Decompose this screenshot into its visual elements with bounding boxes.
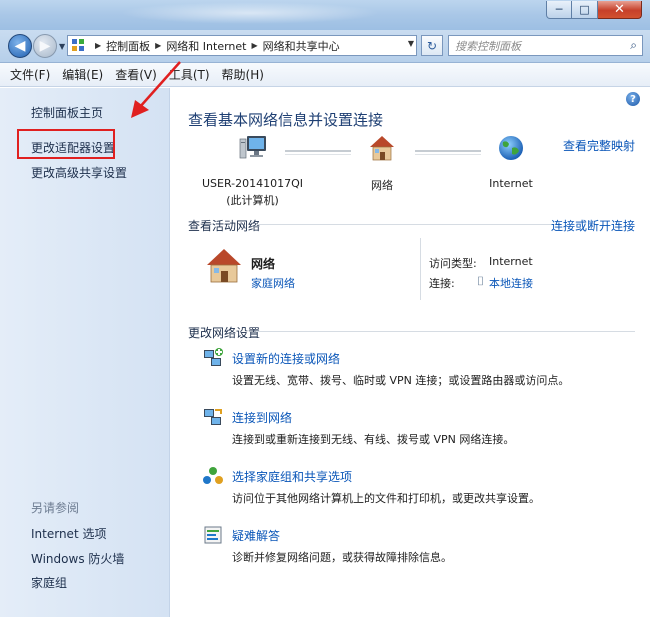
address-toolbar: ◀ ▶ ▼ ▶ 控制面板 ▶ 网络和 Internet ▶ 网络和共享中心 ▼ … [0, 30, 650, 63]
map-connector-line [285, 150, 351, 155]
connection-label: 连接: [429, 277, 455, 290]
view-full-map-link[interactable]: 查看完整映射 [563, 137, 635, 154]
window-controls: ─ □ ✕ [546, 1, 642, 19]
main-content: ? 查看基本网络信息并设置连接 查看完整映射 USER-20141017QI (… [171, 88, 650, 617]
active-networks-heading: 查看活动网络 [188, 219, 261, 233]
task-troubleshoot-link[interactable]: 疑难解答 [232, 527, 280, 544]
menu-tools[interactable]: 工具(T) [169, 66, 210, 83]
menu-view[interactable]: 查看(V) [115, 66, 157, 83]
network-name: 网络 [251, 257, 276, 271]
sidebar-item-control-panel-home[interactable]: 控制面板主页 [31, 104, 103, 121]
breadcrumb-network-internet[interactable]: 网络和 Internet [166, 38, 246, 54]
breadcrumb-network-sharing-center[interactable]: 网络和共享中心 [263, 38, 340, 54]
breadcrumb-separator[interactable]: ▶ [252, 41, 258, 50]
address-input[interactable]: ▶ 控制面板 ▶ 网络和 Internet ▶ 网络和共享中心 ▼ [67, 35, 417, 56]
breadcrumb-control-panel[interactable]: 控制面板 [106, 38, 150, 54]
ethernet-plug-icon: ⌷ [477, 274, 485, 288]
see-also-heading: 另请参阅 [31, 501, 80, 515]
menu-file[interactable]: 文件(F) [10, 66, 50, 83]
menu-bar: 文件(F) 编辑(E) 查看(V) 工具(T) 帮助(H) [0, 63, 650, 87]
network-type-link[interactable]: 家庭网络 [251, 275, 295, 291]
map-connector-line [415, 150, 481, 155]
computer-caption: (此计算机) [226, 194, 279, 207]
map-node-computer: USER-20141017QI (此计算机) [195, 133, 310, 208]
connect-disconnect-link[interactable]: 连接或断开连接 [551, 217, 635, 234]
vertical-divider [420, 238, 421, 300]
search-placeholder: 搜索控制面板 [455, 39, 521, 53]
troubleshoot-icon [204, 526, 222, 544]
task-connect-network-desc: 连接到或重新连接到无线、有线、拨号或 VPN 网络连接。 [232, 433, 515, 446]
connect-network-icon [204, 409, 222, 425]
search-icon[interactable]: ⌕ [630, 38, 637, 53]
globe-icon [499, 136, 523, 160]
task-troubleshoot-desc: 诊断并修复网络问题，或获得故障排除信息。 [232, 551, 452, 564]
help-icon[interactable]: ? [626, 92, 640, 106]
arrow-left-icon: ◀ [14, 38, 26, 54]
breadcrumb-separator[interactable]: ▶ [95, 41, 101, 50]
forward-button[interactable]: ▶ [33, 34, 57, 58]
close-button[interactable]: ✕ [598, 1, 642, 19]
house-icon [370, 136, 394, 161]
task-homegroup-link[interactable]: 选择家庭组和共享选项 [232, 468, 352, 485]
title-bar: ─ □ ✕ [0, 0, 650, 30]
refresh-icon: ↻ [426, 38, 438, 53]
map-node-network: 网络 [352, 133, 412, 193]
new-connection-icon [204, 348, 223, 366]
arrow-right-icon: ▶ [39, 38, 51, 54]
local-connection-link[interactable]: 本地连接 [489, 275, 533, 291]
annotation-highlight-box [17, 129, 115, 159]
sidebar-item-advanced-sharing[interactable]: 更改高级共享设置 [31, 164, 127, 181]
search-input[interactable]: 搜索控制面板 ⌕ [448, 35, 643, 56]
back-button[interactable]: ◀ [8, 34, 32, 58]
control-panel-icon [71, 38, 87, 53]
internet-node-label: Internet [489, 177, 533, 190]
task-homegroup-desc: 访问位于其他网络计算机上的文件和打印机，或更改共享设置。 [232, 492, 540, 505]
task-pane: 控制面板主页 更改适配器设置 更改高级共享设置 另请参阅 Internet 选项… [0, 88, 170, 617]
sidebar-item-internet-options[interactable]: Internet 选项 [31, 525, 106, 542]
map-node-internet: Internet [481, 133, 541, 190]
task-setup-connection-link[interactable]: 设置新的连接或网络 [232, 350, 340, 367]
minimize-button[interactable]: ─ [546, 1, 572, 19]
maximize-button[interactable]: □ [572, 1, 598, 19]
section-divider [256, 331, 635, 332]
section-divider [256, 224, 561, 225]
task-setup-connection-desc: 设置无线、宽带、拨号、临时或 VPN 连接；或设置路由器或访问点。 [232, 374, 570, 387]
access-type-value: Internet [489, 255, 533, 268]
home-network-icon [207, 249, 241, 283]
refresh-button[interactable]: ↻ [421, 35, 443, 56]
homegroup-icon [203, 467, 223, 484]
sidebar-item-homegroup[interactable]: 家庭组 [31, 574, 67, 591]
breadcrumb-separator[interactable]: ▶ [155, 41, 161, 50]
task-connect-network-link[interactable]: 连接到网络 [232, 409, 292, 426]
network-node-label: 网络 [371, 179, 393, 192]
sidebar-item-windows-firewall[interactable]: Windows 防火墙 [31, 550, 124, 567]
change-settings-heading: 更改网络设置 [188, 326, 261, 340]
menu-edit[interactable]: 编辑(E) [62, 66, 103, 83]
recent-pages-dropdown[interactable]: ▼ [59, 42, 65, 51]
computer-name: USER-20141017QI [201, 177, 304, 190]
menu-help[interactable]: 帮助(H) [222, 66, 264, 83]
access-type-label: 访问类型: [429, 257, 477, 270]
computer-icon [239, 136, 266, 159]
page-title: 查看基本网络信息并设置连接 [188, 111, 384, 129]
address-dropdown[interactable]: ▼ [408, 39, 414, 48]
